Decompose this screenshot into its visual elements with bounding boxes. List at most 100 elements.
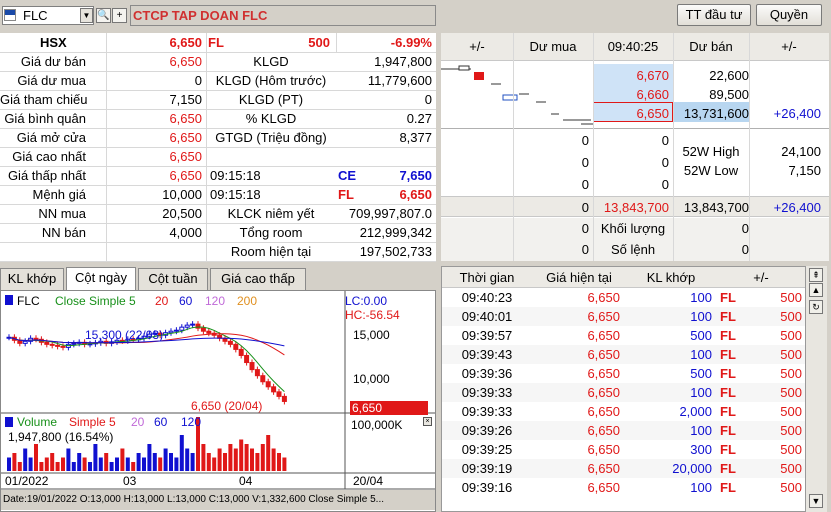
candle bbox=[265, 381, 271, 388]
bid-volume: 0 bbox=[581, 177, 589, 192]
trade-scrollbar[interactable]: ⇞ ▲ ↻ ▼ bbox=[805, 266, 827, 512]
change-value: 500 bbox=[308, 35, 330, 50]
col-volume: KL khớp bbox=[646, 270, 696, 285]
bid-price[interactable]: 0 bbox=[593, 175, 669, 194]
stat-value: 0 bbox=[424, 92, 432, 107]
refresh-icon[interactable]: ↻ bbox=[809, 300, 823, 314]
trade-row[interactable]: 09:39:33 6,650 2,000 FL 500 bbox=[442, 402, 806, 421]
candle bbox=[60, 345, 66, 348]
trade-row[interactable]: 09:39:19 6,650 20,000 FL 500 bbox=[442, 459, 806, 478]
y-tick-10000: 10,000 bbox=[353, 372, 390, 386]
tab-high-low[interactable]: Giá cao thấp bbox=[210, 268, 306, 290]
ask-price[interactable]: 6,650 bbox=[593, 104, 669, 123]
trade-row[interactable]: 09:39:16 6,650 100 FL 500 bbox=[442, 478, 806, 497]
candle bbox=[173, 329, 179, 332]
trade-code: FL bbox=[720, 480, 736, 495]
vol-ma60-legend: 60 bbox=[154, 415, 168, 429]
52w-high-value: 24,100 bbox=[781, 144, 821, 159]
tab-daily-chart[interactable]: Cột ngày bbox=[66, 267, 136, 290]
close-icon[interactable]: × bbox=[423, 417, 432, 426]
exchange-label: HSX bbox=[40, 35, 67, 50]
volume-bar bbox=[201, 444, 206, 471]
trade-price: 6,650 bbox=[587, 385, 620, 400]
candle bbox=[184, 324, 190, 328]
rights-button[interactable]: Quyền bbox=[756, 4, 822, 26]
trade-code: FL bbox=[720, 366, 736, 381]
series-marker-icon bbox=[5, 295, 13, 305]
52w-low-label: 52W Low bbox=[683, 163, 739, 178]
trade-price: 6,650 bbox=[587, 347, 620, 362]
candle bbox=[244, 354, 250, 364]
col-change: +/- bbox=[753, 270, 769, 285]
volume-value: 1,947,800 (16.54%) bbox=[8, 430, 114, 444]
trade-row[interactable]: 09:39:36 6,650 500 FL 500 bbox=[442, 364, 806, 383]
ask-volume-header: Dư bán bbox=[689, 39, 733, 54]
total-change: +26,400 bbox=[773, 200, 821, 215]
bid-price[interactable]: 0 bbox=[593, 131, 669, 150]
high-time: 09:15:18 bbox=[210, 168, 261, 183]
volume-bar bbox=[147, 444, 152, 471]
volume-bar bbox=[28, 457, 33, 471]
price-chart[interactable]: FLC Close Simple 5 20 60 120 200 LC:0.00… bbox=[0, 290, 436, 512]
candle bbox=[249, 362, 255, 371]
volume-bar bbox=[12, 453, 17, 471]
total-mid: 13,843,700 bbox=[603, 200, 669, 215]
tab-weekly-chart[interactable]: Cột tuần bbox=[138, 268, 208, 290]
volume-bar bbox=[82, 457, 87, 471]
info-label: Giá thấp nhất bbox=[7, 168, 86, 183]
bid-price[interactable]: 0 bbox=[593, 153, 669, 172]
trade-volume: 100 bbox=[690, 385, 712, 400]
chevron-down-icon[interactable]: ▼ bbox=[80, 8, 93, 23]
candle bbox=[71, 342, 77, 345]
trade-volume: 100 bbox=[690, 347, 712, 362]
ask-change bbox=[749, 66, 821, 85]
info-label: Giá dư bán bbox=[20, 54, 86, 69]
candle bbox=[271, 386, 277, 393]
info-value: 6,650 bbox=[169, 130, 202, 145]
volume-bar bbox=[66, 448, 71, 471]
market-value: 197,502,733 bbox=[359, 244, 432, 259]
volume-bar bbox=[169, 453, 173, 471]
stat-label: GTGD (Triệu đồng) bbox=[215, 130, 327, 145]
info-label: Mệnh giá bbox=[32, 187, 86, 202]
x-label-last: 20/04 bbox=[353, 474, 384, 488]
search-icon[interactable]: 🔍 bbox=[96, 8, 111, 23]
candle bbox=[22, 340, 28, 344]
trade-log: Thời gian Giá hiện tại KL khớp +/- 09:40… bbox=[441, 266, 826, 512]
trade-row[interactable]: 09:39:43 6,650 100 FL 500 bbox=[442, 345, 806, 364]
trade-time: 09:39:25 bbox=[461, 442, 513, 457]
info-label: NN bán bbox=[41, 225, 86, 240]
volume-bar bbox=[98, 457, 103, 471]
trade-time: 09:40:23 bbox=[461, 290, 513, 305]
trade-row[interactable]: 09:39:33 6,650 100 FL 500 bbox=[442, 383, 806, 402]
chart-close-legend: Close Simple 5 bbox=[55, 294, 136, 308]
stock-info-panel: HSX 6,650 FL 500 -6.99% Giá dư bán 6,650… bbox=[0, 33, 436, 262]
scroll-down-icon[interactable]: ▼ bbox=[809, 494, 823, 508]
trade-row[interactable]: 09:39:25 6,650 300 FL 500 bbox=[442, 440, 806, 459]
volume-bar bbox=[23, 448, 28, 471]
info-value: 0 bbox=[194, 73, 202, 88]
volume-bar bbox=[277, 453, 281, 471]
trade-row[interactable]: 09:40:01 6,650 100 FL 500 bbox=[442, 307, 806, 326]
candle bbox=[276, 391, 282, 397]
trade-log-header: Thời gian Giá hiện tại KL khớp +/- bbox=[442, 267, 806, 288]
trade-row[interactable]: 09:40:23 6,650 100 FL 500 bbox=[442, 288, 806, 307]
tab-matched-volume[interactable]: KL khớp bbox=[0, 268, 64, 290]
trade-time: 09:40:01 bbox=[461, 309, 513, 324]
scroll-first-icon[interactable]: ⇞ bbox=[809, 268, 823, 282]
stat-value: 0.27 bbox=[406, 111, 432, 126]
info-value: 10,000 bbox=[162, 187, 202, 202]
candle bbox=[44, 341, 50, 345]
trade-row[interactable]: 09:39:57 6,650 500 FL 500 bbox=[442, 326, 806, 345]
investment-info-button[interactable]: TT đầu tư bbox=[677, 4, 751, 26]
info-value: 6,650 bbox=[169, 149, 202, 164]
trade-code: FL bbox=[720, 461, 736, 476]
trade-code: FL bbox=[720, 290, 736, 305]
trade-row[interactable]: 09:39:26 6,650 100 FL 500 bbox=[442, 421, 806, 440]
total-bid: 0 bbox=[581, 200, 589, 215]
bid-volume: 0 bbox=[581, 155, 589, 170]
trade-volume: 500 bbox=[690, 366, 712, 381]
scroll-up-icon[interactable]: ▲ bbox=[809, 283, 823, 297]
add-watchlist-icon[interactable]: + bbox=[112, 8, 127, 23]
volume-bar bbox=[136, 453, 141, 471]
